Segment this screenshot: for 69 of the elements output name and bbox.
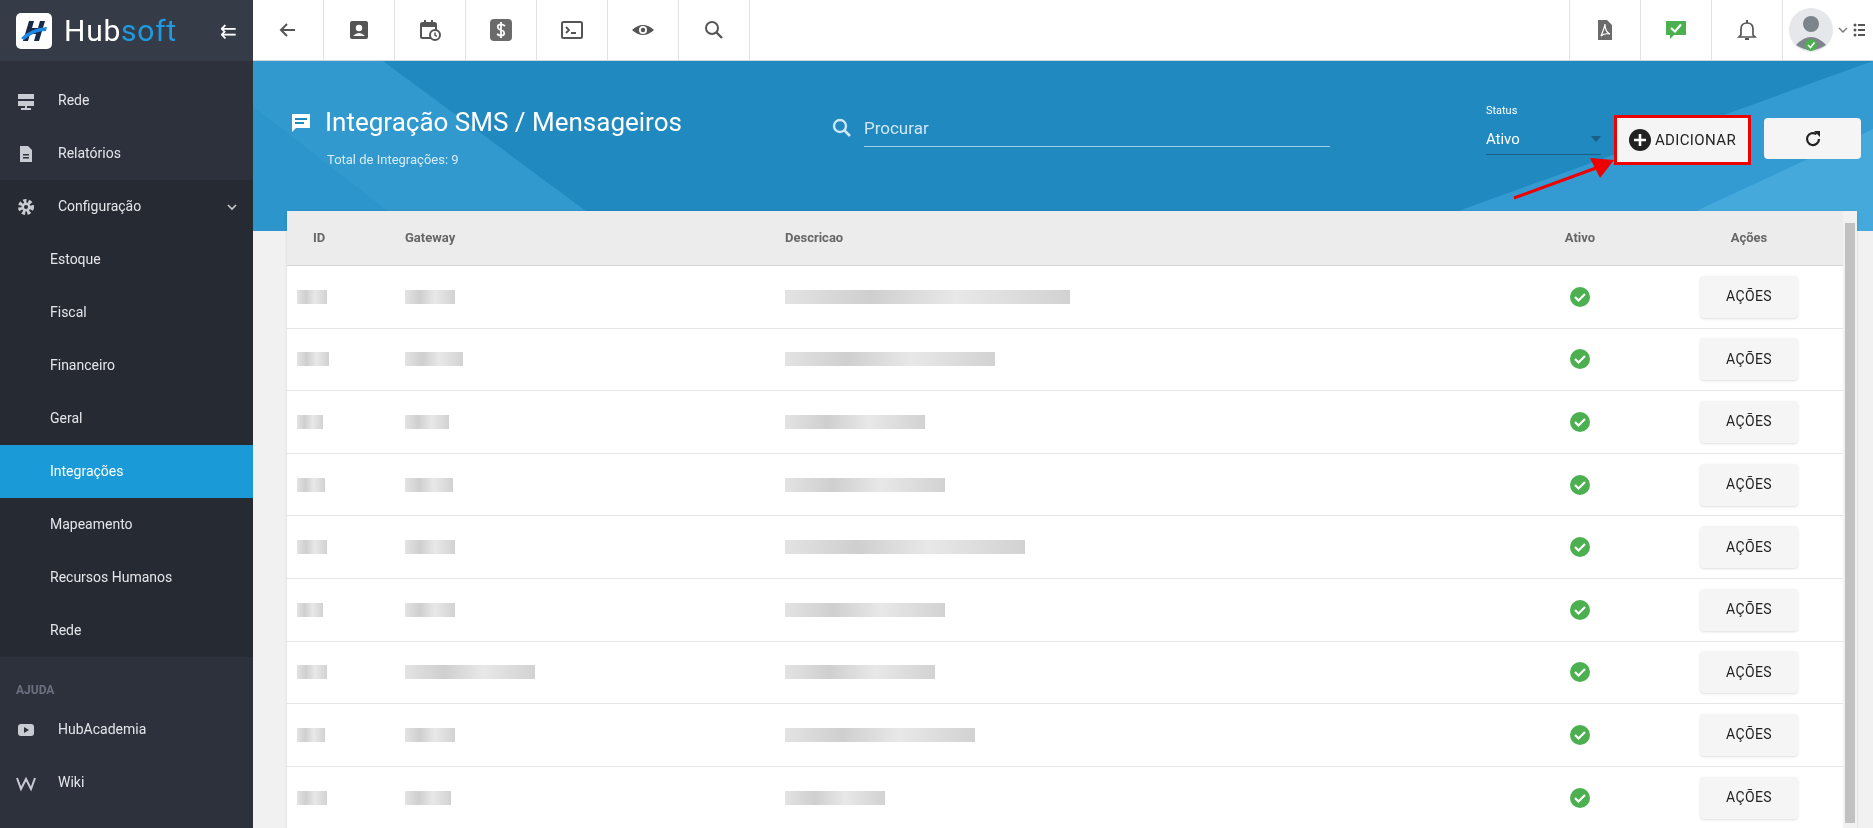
section-heading: AJUDA [15, 682, 56, 699]
total-count: Total de Integrações: 9 [327, 151, 460, 169]
submenu-item[interactable]: Financeiro [0, 339, 253, 392]
avatar-icon[interactable] [1788, 7, 1834, 53]
refresh-button[interactable] [1764, 118, 1861, 159]
chat-check-icon[interactable] [1664, 18, 1688, 42]
redacted-text [405, 602, 455, 617]
column-header: Ações [1730, 229, 1768, 248]
actions-button[interactable]: AÇÕES [1700, 275, 1798, 318]
actions-button[interactable]: AÇÕES [1700, 463, 1798, 506]
submenu-item[interactable]: Fiscal [0, 286, 253, 339]
scrollbar[interactable] [1843, 211, 1857, 828]
redacted-text [405, 477, 453, 492]
redacted-text [297, 602, 323, 617]
submenu-item[interactable]: Mapeamento [0, 498, 253, 551]
contact-card-icon[interactable] [347, 18, 371, 42]
submenu-item[interactable]: Recursos Humanos [0, 551, 253, 604]
chevron-icon [227, 202, 237, 211]
dropdown-caret-icon [1590, 135, 1601, 142]
sidebar-item[interactable]: Wiki [0, 756, 253, 809]
redacted-text [297, 352, 329, 367]
redacted-text [405, 289, 455, 304]
actions-button[interactable]: AÇÕES [1700, 526, 1798, 569]
page-title: Integração SMS / Mensageiros [325, 106, 682, 139]
refresh-icon [1803, 129, 1822, 148]
add-button[interactable]: ADICIONAR [1616, 118, 1748, 162]
dollar-icon[interactable] [489, 18, 513, 42]
status-select[interactable]: Status Ativo [1485, 103, 1601, 155]
actions-button[interactable]: AÇÕES [1700, 401, 1798, 443]
redacted-text [297, 415, 323, 429]
actions-button[interactable]: AÇÕES [1700, 338, 1798, 381]
redacted-text [297, 727, 325, 742]
redacted-text [405, 415, 449, 429]
column-header: ID [313, 229, 326, 248]
column-header: Gateway [405, 229, 456, 248]
redacted-text [405, 790, 451, 805]
redacted-text [297, 289, 327, 304]
actions-button[interactable]: AÇÕES [1700, 651, 1798, 694]
redacted-text [405, 727, 455, 742]
brand-name: Hubsoft [64, 15, 177, 46]
column-header: Ativo [1564, 229, 1596, 248]
plus-icon [1628, 129, 1651, 151]
logo-icon [16, 12, 52, 49]
submenu-item[interactable]: Rede [0, 604, 253, 657]
actions-button[interactable]: AÇÕES [1700, 776, 1798, 819]
redacted-text [405, 352, 463, 367]
column-header: Descricao [785, 229, 844, 248]
settings-icon [16, 196, 36, 217]
search-icon [831, 118, 852, 138]
terminal-icon[interactable] [560, 18, 584, 42]
actions-button[interactable]: AÇÕES [1700, 713, 1798, 756]
calendar-clock-icon[interactable] [418, 18, 442, 42]
sidebar-item[interactable]: Relatórios [0, 127, 253, 180]
submenu-item[interactable]: Estoque [0, 233, 253, 286]
redacted-text [297, 477, 325, 492]
menu-icon[interactable] [1853, 22, 1865, 38]
redacted-text [297, 540, 327, 555]
collapse-sidebar-button[interactable]: ⇇ [220, 20, 237, 41]
redacted-text [297, 665, 327, 680]
redacted-text [405, 540, 455, 555]
notification-bell-icon[interactable] [1735, 18, 1759, 42]
actions-button[interactable]: AÇÕES [1700, 588, 1798, 631]
sidebar-item[interactable]: Rede [0, 74, 253, 127]
search-field[interactable]: Procurar [863, 109, 1330, 147]
sidebar-item[interactable]: Configuração [0, 180, 253, 233]
submenu-item[interactable]: Geral [0, 392, 253, 445]
redacted-text [297, 790, 327, 805]
caret-icon[interactable] [1838, 26, 1848, 34]
sidebar-item[interactable]: HubAcademia [0, 703, 253, 756]
